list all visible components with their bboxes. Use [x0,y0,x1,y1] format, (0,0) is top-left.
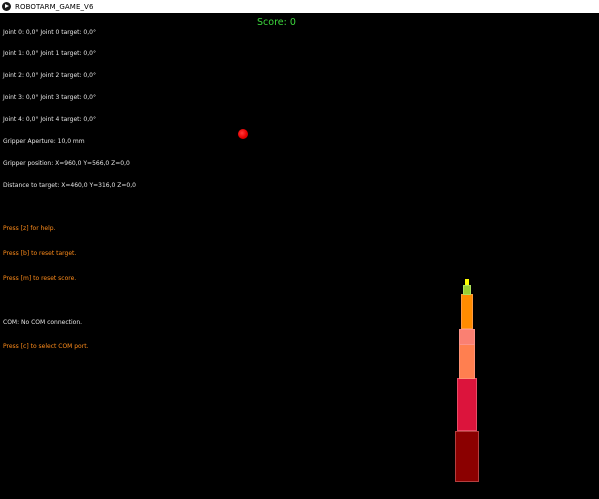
joint-2-readout: Joint 2: 0,0° Joint 2 target: 0,0° [3,72,96,80]
gripper-aperture-readout: Gripper Aperture: 10,0 mm [3,138,85,146]
target-ball [238,129,248,139]
com-status: COM: No COM connection. [3,318,83,326]
joint-3-readout: Joint 3: 0,0° Joint 3 target: 0,0° [3,94,96,102]
select-com-hint: Press [c] to select COM port. [3,343,89,351]
joint-0-readout: Joint 0: 0,0° Joint 0 target: 0,0° [3,28,96,36]
reset-score-hint: Press [m] to reset score. [3,275,77,283]
gripper-position-readout: Gripper position: X=960,0 Y=566,0 Z=0,0 [3,159,130,167]
arm-base [455,431,479,482]
distance-to-target-readout: Distance to target: X=460,0 Y=316,0 Z=0,… [3,181,136,189]
arm-segment-3 [461,294,473,329]
processing-app-icon [2,2,11,11]
arm-segment-1 [457,378,477,431]
joint-1-readout: Joint 1: 0,0° Joint 1 target: 0,0° [3,50,96,58]
game-window: ROBOTARM_GAME_V6 Joint 0: 0,0° Joint 0 t… [0,0,599,499]
window-title: ROBOTARM_GAME_V6 [15,2,94,11]
help-hint: Press [z] for help. [3,225,56,233]
hud-panel: Joint 0: 0,0° Joint 0 target: 0,0° Joint… [3,14,136,365]
arm-segment-2 [459,344,475,379]
reset-target-hint: Press [b] to reset target. [3,250,77,258]
title-bar[interactable]: ROBOTARM_GAME_V6 [0,0,599,13]
arm-segment-2-top [459,329,475,345]
game-canvas[interactable]: Joint 0: 0,0° Joint 0 target: 0,0° Joint… [0,13,599,499]
score-display: Score: 0 [257,17,296,28]
joint-4-readout: Joint 4: 0,0° Joint 4 target: 0,0° [3,116,96,124]
gripper-tip [465,279,469,285]
gripper [463,285,471,295]
